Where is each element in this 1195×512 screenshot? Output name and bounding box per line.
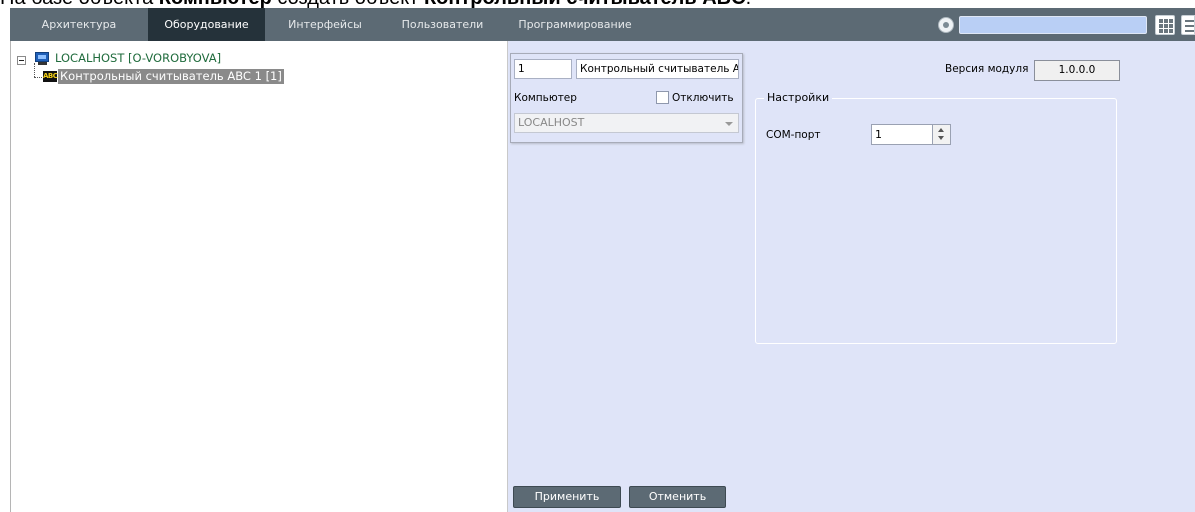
object-name-field[interactable]: Контрольный считыватель A xyxy=(576,59,739,79)
settings-group-title: Настройки xyxy=(764,91,833,104)
computer-select-value: LOCALHOST xyxy=(518,116,585,129)
module-version-field: 1.0.0.0 xyxy=(1034,60,1120,81)
tab-architecture[interactable]: Архитектура xyxy=(10,8,148,41)
com-port-label: COM-порт xyxy=(766,129,821,141)
layout-grid-icon[interactable] xyxy=(1155,15,1175,35)
computer-label: Компьютер xyxy=(514,92,577,104)
object-settings-panel: 1 Контрольный считыватель A Компьютер От… xyxy=(508,41,1195,512)
tab-programming[interactable]: Программирование xyxy=(500,8,650,41)
object-identity-box: 1 Контрольный считыватель A Компьютер От… xyxy=(510,53,743,143)
settings-gear-icon[interactable] xyxy=(938,17,954,33)
search-input[interactable] xyxy=(959,16,1147,34)
cancel-button[interactable]: Отменить xyxy=(629,486,726,508)
disable-checkbox[interactable] xyxy=(656,91,669,104)
chevron-down-icon xyxy=(725,122,733,126)
abc-reader-icon: ABC xyxy=(43,71,58,82)
com-port-value: 1 xyxy=(875,128,882,141)
computer-icon xyxy=(35,52,50,65)
tree-node-localhost[interactable]: LOCALHOST [O-VOROBYOVA] xyxy=(55,50,221,66)
tree-node-abc-reader[interactable]: Контрольный считыватель ABC 1 [1] xyxy=(58,69,284,84)
disable-label: Отключить xyxy=(672,92,734,104)
apply-button[interactable]: Применить xyxy=(513,486,621,508)
tab-users[interactable]: Пользователи xyxy=(385,8,500,41)
com-port-stepper[interactable]: 1 xyxy=(871,124,951,145)
menu-icon[interactable] xyxy=(1181,15,1195,35)
computer-select[interactable]: LOCALHOST xyxy=(514,113,739,133)
top-navigation-bar: Архитектура Оборудование Интерфейсы Поль… xyxy=(10,8,1195,41)
tab-interfaces[interactable]: Интерфейсы xyxy=(265,8,385,41)
tree-connector xyxy=(34,77,42,78)
object-id-field[interactable]: 1 xyxy=(514,59,572,79)
arrow-up-icon[interactable] xyxy=(938,128,944,132)
hardware-tree: LOCALHOST [O-VOROBYOVA] ABC Контрольный … xyxy=(10,41,508,512)
module-version-label: Версия модуля xyxy=(945,63,1029,75)
arrow-down-icon[interactable] xyxy=(938,136,944,140)
stepper-buttons[interactable] xyxy=(932,125,950,144)
collapse-toggle-icon[interactable] xyxy=(17,56,26,65)
tab-equipment[interactable]: Оборудование xyxy=(148,8,265,41)
tree-connector xyxy=(34,63,35,77)
instruction-caption: На базе объекта Компьютер создать объект… xyxy=(0,0,751,8)
